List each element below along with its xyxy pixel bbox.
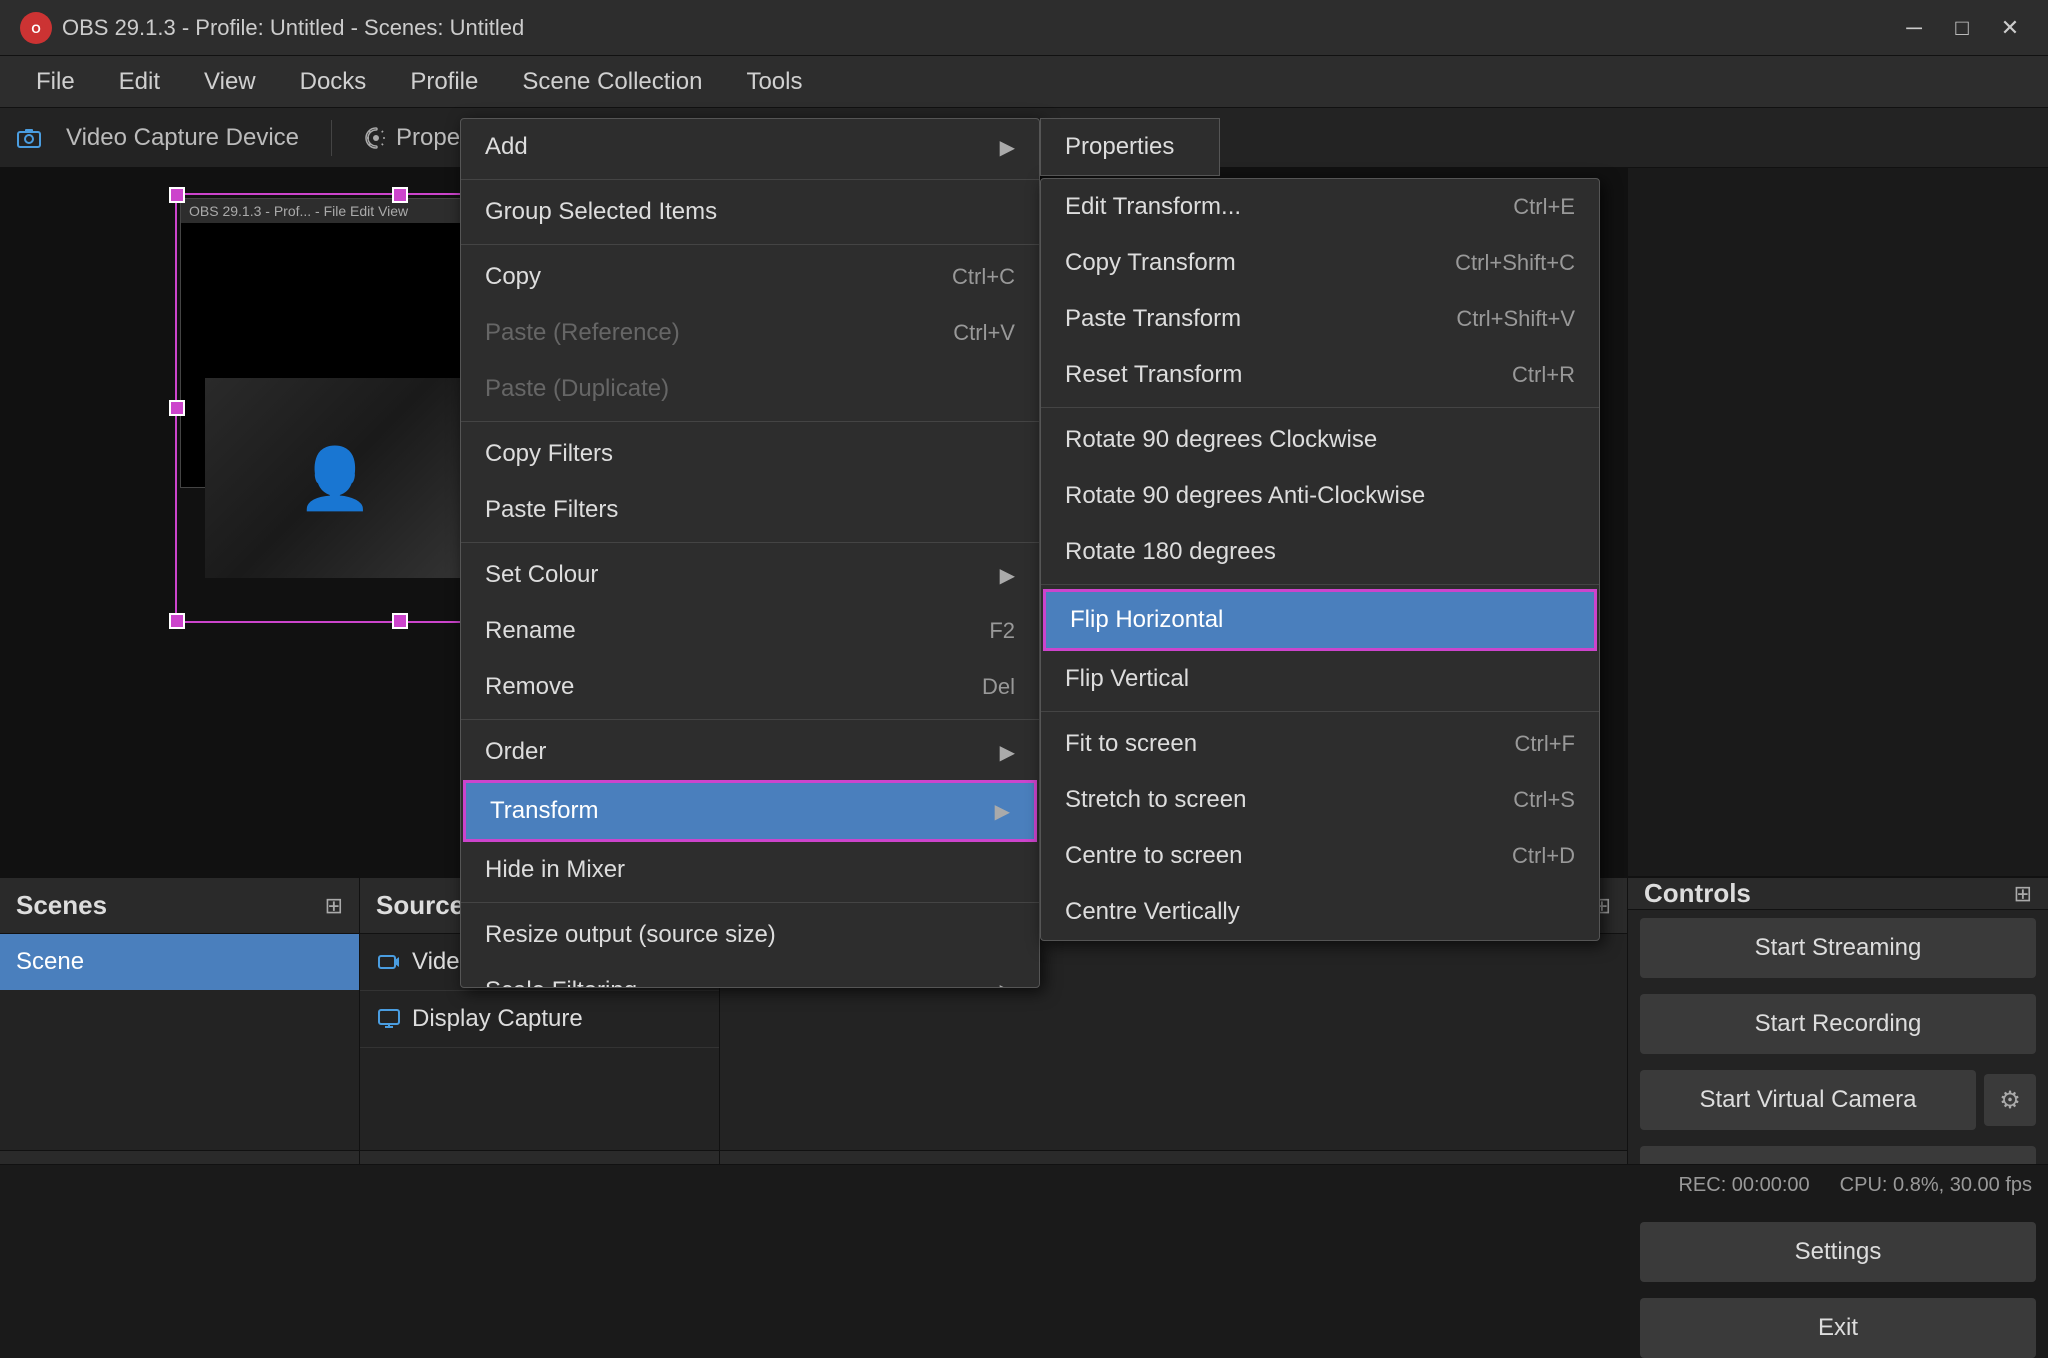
video-capture-label: Video Capture Device [66,124,299,152]
statusbar: REC: 00:00:00 CPU: 0.8%, 30.00 fps [0,1164,2048,1206]
menu-edit[interactable]: Edit [99,60,180,104]
menu-docks[interactable]: Docks [280,60,387,104]
cm-order[interactable]: Order ▶ [461,724,1039,780]
source-display-capture-label: Display Capture [412,1005,583,1033]
virtual-camera-settings-button[interactable]: ⚙ [1984,1074,2036,1126]
maximize-button[interactable]: □ [1944,10,1980,46]
controls-header: Controls ⊞ [1628,878,2048,910]
cm-copy-transform[interactable]: Copy Transform Ctrl+Shift+C [1041,235,1599,291]
cm-copy[interactable]: Copy Ctrl+C [461,249,1039,305]
start-virtual-camera-button[interactable]: Start Virtual Camera [1640,1070,1976,1130]
properties-submenu: Properties [1040,118,1220,176]
cm-transform-sep-1 [1041,407,1599,408]
scenes-panel-header: Scenes ⊞ [0,878,359,934]
cm-transform[interactable]: Transform ▶ [466,783,1034,839]
webcam-image: 👤 [205,378,465,578]
cm-fit-to-screen[interactable]: Fit to screen Ctrl+F [1041,716,1599,772]
cm-stretch-to-screen[interactable]: Stretch to screen Ctrl+S [1041,772,1599,828]
start-streaming-button[interactable]: Start Streaming [1640,918,2036,978]
cm-arrow-colour: ▶ [1000,563,1015,588]
cm-sep-2 [461,244,1039,245]
cm-centre-vertically[interactable]: Centre Vertically [1041,884,1599,940]
app-icon: O [20,12,52,44]
controls-panel: Controls ⊞ Start Streaming Start Recordi… [1628,878,2048,1206]
minimize-button[interactable]: ─ [1896,10,1932,46]
transform-highlight-box: Transform ▶ [463,780,1037,842]
flip-horizontal-highlight-box: Flip Horizontal [1043,589,1597,651]
scenes-panel: Scenes ⊞ Scene ＋ 🗑 ⊡ ▲ ▼ [0,878,360,1206]
settings-button[interactable]: Settings [1640,1222,2036,1282]
start-recording-button[interactable]: Start Recording [1640,994,2036,1054]
controls-title: Controls [1644,878,1751,909]
menu-scene-collection[interactable]: Scene Collection [502,60,722,104]
cm-resize-output[interactable]: Resize output (source size) [461,907,1039,963]
cm-sep-5 [461,719,1039,720]
cm-rotate-ccw[interactable]: Rotate 90 degrees Anti-Clockwise [1041,468,1599,524]
cm-edit-transform[interactable]: Edit Transform... Ctrl+E [1041,179,1599,235]
cpu-status: CPU: 0.8%, 30.00 fps [1840,1174,2032,1197]
cm-remove[interactable]: Remove Del [461,659,1039,715]
cm-rotate-180[interactable]: Rotate 180 degrees [1041,524,1599,580]
titlebar: O OBS 29.1.3 - Profile: Untitled - Scene… [0,0,2048,56]
cm-transform-sep-2 [1041,584,1599,585]
menu-profile[interactable]: Profile [390,60,498,104]
scenes-dock-button[interactable]: ⊞ [325,893,343,919]
cm-scale-filtering[interactable]: Scale Filtering ▶ [461,963,1039,988]
menu-tools[interactable]: Tools [726,60,822,104]
scene-item[interactable]: Scene [0,934,359,990]
cm-paste-filters[interactable]: Paste Filters [461,482,1039,538]
virtual-camera-row: Start Virtual Camera ⚙ [1640,1070,2036,1130]
handle-bottom-left[interactable] [169,613,185,629]
context-menu-transform: Edit Transform... Ctrl+E Copy Transform … [1040,178,1600,941]
close-button[interactable]: ✕ [1992,10,2028,46]
source-display-capture[interactable]: Display Capture [360,991,719,1048]
menu-view[interactable]: View [184,60,276,104]
menubar: File Edit View Docks Profile Scene Colle… [0,56,2048,108]
exit-button[interactable]: Exit [1640,1298,2036,1358]
source-camera-icon [16,125,42,151]
cm-sep-4 [461,542,1039,543]
cm-arrow-add: ▶ [1000,135,1015,160]
cm-properties[interactable]: Properties [1041,119,1219,175]
scenes-title: Scenes [16,890,107,921]
cm-sep-3 [461,421,1039,422]
camera-icon [376,949,402,975]
cm-flip-vertical[interactable]: Flip Vertical [1041,651,1599,707]
cm-sep-1 [461,179,1039,180]
cm-arrow-order: ▶ [1000,740,1015,765]
window-title: OBS 29.1.3 - Profile: Untitled - Scenes:… [62,15,1896,41]
cm-hide-mixer[interactable]: Hide in Mixer [461,842,1039,898]
cm-reset-transform[interactable]: Reset Transform Ctrl+R [1041,347,1599,403]
cm-sep-6 [461,902,1039,903]
controls-dock-button[interactable]: ⊞ [2014,881,2032,907]
cm-set-colour[interactable]: Set Colour ▶ [461,547,1039,603]
cm-paste-transform[interactable]: Paste Transform Ctrl+Shift+V [1041,291,1599,347]
cm-group-selected[interactable]: Group Selected Items [461,184,1039,240]
cm-arrow-scale: ▶ [1000,979,1015,989]
cm-add[interactable]: Add ▶ [461,119,1039,175]
handle-bottom-middle[interactable] [392,613,408,629]
cm-rotate-cw[interactable]: Rotate 90 degrees Clockwise [1041,412,1599,468]
svg-text:O: O [31,22,40,36]
window-controls: ─ □ ✕ [1896,10,2028,46]
cm-flip-horizontal[interactable]: Flip Horizontal [1046,592,1594,648]
context-menu-primary: Add ▶ Group Selected Items Copy Ctrl+C P… [460,118,1040,988]
cm-transform-sep-3 [1041,711,1599,712]
menu-file[interactable]: File [16,60,95,104]
webcam-preview: 👤 [205,378,460,573]
rec-status: REC: 00:00:00 [1678,1174,1809,1197]
cm-paste-ref: Paste (Reference) Ctrl+V [461,305,1039,361]
display-icon [376,1006,402,1032]
cm-copy-filters[interactable]: Copy Filters [461,426,1039,482]
cm-arrow-transform: ▶ [995,799,1010,824]
cm-paste-dup: Paste (Duplicate) [461,361,1039,417]
cm-rename[interactable]: Rename F2 [461,603,1039,659]
cm-centre-to-screen[interactable]: Centre to screen Ctrl+D [1041,828,1599,884]
scenes-list: Scene [0,934,359,1150]
